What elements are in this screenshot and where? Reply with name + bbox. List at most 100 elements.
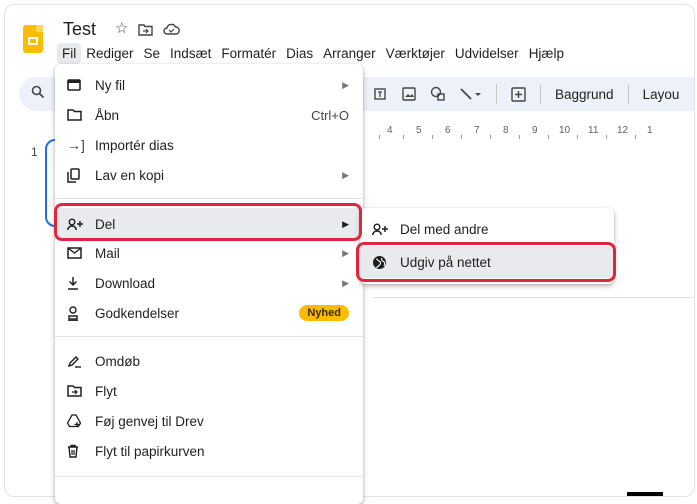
highlight-del [54, 203, 362, 241]
menu-se[interactable]: Se [139, 43, 166, 64]
ruler-tick [432, 135, 433, 139]
download-icon [67, 276, 85, 290]
import-icon: →] [67, 137, 85, 153]
slides-icon [67, 79, 85, 91]
submenu-arrow-icon: ▶ [342, 247, 349, 258]
menu-vaerktojer[interactable]: Værktøjer [381, 43, 450, 64]
search-icon[interactable] [31, 85, 45, 99]
menu-item-label: Godkendelser [95, 305, 180, 321]
select-frame-icon[interactable] [372, 86, 388, 102]
folder-icon [67, 109, 85, 121]
ruler-number: 9 [532, 125, 538, 136]
ruler-tick [548, 135, 549, 139]
submenu-arrow-icon: ▶ [342, 277, 349, 288]
menu-bar: Fil Rediger Se Indsæt Formatér Dias Arra… [57, 43, 569, 64]
line-icon[interactable] [460, 87, 482, 101]
menu-divider [55, 476, 363, 477]
move-folder-icon [67, 385, 85, 397]
ruler-number: 4 [387, 125, 393, 136]
document-title[interactable]: Test [63, 19, 96, 40]
title-actions: ☆ [115, 20, 181, 38]
person-add-icon [372, 223, 390, 236]
ruler-number: 11 [588, 125, 599, 136]
menu-rediger[interactable]: Rediger [81, 43, 138, 64]
ruler-number: 5 [416, 125, 422, 136]
menu-item-label: Flyt til papirkurven [95, 443, 205, 459]
ruler-tick [577, 135, 578, 139]
trash-icon [67, 444, 85, 458]
image-icon[interactable] [402, 87, 416, 101]
menu-item-label: Føj genvej til Drev [95, 413, 204, 429]
new-badge: Nyhed [299, 305, 349, 321]
ruler-tick [606, 135, 607, 139]
ruler-tick [519, 135, 520, 139]
toolbar-divider [496, 84, 497, 104]
shapes-icon[interactable] [430, 86, 446, 102]
highlight-udgiv [356, 242, 616, 282]
mail-icon [67, 247, 85, 259]
slide-number: 1 [31, 145, 38, 159]
ruler-number: 10 [559, 125, 571, 136]
submenu-arrow-icon: ▶ [342, 79, 349, 90]
ruler-tick [461, 135, 462, 139]
cloud-status-icon[interactable] [163, 23, 181, 36]
toolbar-divider [627, 84, 629, 104]
star-icon[interactable]: ☆ [115, 20, 128, 38]
ruler-number: 7 [474, 125, 480, 136]
menu-item-label: Åbn [95, 107, 120, 123]
ruler-number: 1 [647, 125, 653, 136]
menu-item-importer-dias[interactable]: →] Importér dias [55, 130, 363, 160]
slides-logo-icon[interactable] [23, 25, 43, 53]
menu-item-label: Ny fil [95, 77, 125, 93]
canvas-element [627, 492, 663, 496]
background-button[interactable]: Baggrund [555, 87, 614, 102]
menu-item-download[interactable]: Download ▶ [55, 268, 363, 298]
toolbar-icons: Baggrund Layou [372, 84, 679, 104]
menu-udvidelser[interactable]: Udvidelser [450, 43, 524, 64]
menu-item-omdob[interactable]: Omdøb [55, 346, 363, 376]
menu-item-shortcut: Ctrl+O [311, 107, 349, 123]
menu-item-label: Lav en kopi [95, 167, 165, 183]
menu-item-abn[interactable]: Åbn Ctrl+O [55, 100, 363, 130]
menu-divider [55, 198, 363, 199]
menu-arranger[interactable]: Arranger [318, 43, 381, 64]
ruler-tick [490, 135, 491, 139]
ruler-number: 6 [445, 125, 451, 136]
menu-item-label: Download [95, 275, 156, 291]
submenu-arrow-icon: ▶ [342, 169, 349, 180]
menu-item-flyt[interactable]: Flyt [55, 376, 363, 406]
comment-add-icon[interactable] [511, 86, 526, 102]
menu-item-ny-fil[interactable]: Ny fil ▶ [55, 70, 363, 100]
copy-icon [67, 167, 85, 183]
drive-shortcut-icon [67, 414, 85, 428]
menu-item-label: Omdøb [95, 353, 141, 369]
menu-formater[interactable]: Formatér [216, 43, 281, 64]
move-to-folder-icon[interactable] [138, 23, 154, 36]
file-menu: Ny fil ▶ Åbn Ctrl+O →] Importér dias Lav… [55, 64, 363, 504]
ruler-tick [635, 135, 636, 139]
menu-item-label: Flyt [95, 383, 117, 399]
menu-item-flyt-til-papirkurven[interactable]: Flyt til papirkurven [55, 436, 363, 466]
menu-divider [55, 336, 363, 337]
horizontal-ruler: 4 5 6 7 8 9 10 11 12 1 [373, 125, 694, 143]
menu-item-label: Mail [95, 245, 120, 261]
canvas-edge [373, 297, 694, 298]
menu-item-label: Del med andre [400, 221, 489, 237]
menu-item-label: Importér dias [95, 137, 174, 153]
menu-item-mail[interactable]: Mail ▶ [55, 238, 363, 268]
menu-hjaelp[interactable]: Hjælp [524, 43, 569, 64]
ruler-tick [403, 135, 404, 139]
rename-icon [67, 355, 85, 368]
layout-button[interactable]: Layou [643, 87, 680, 102]
approvals-icon [67, 305, 85, 321]
ruler-number: 8 [503, 125, 509, 136]
menu-fil[interactable]: Fil [57, 43, 82, 64]
menu-item-godkendelser[interactable]: Godkendelser Nyhed [55, 298, 363, 328]
ruler-number: 12 [617, 125, 629, 136]
menu-item-lav-en-kopi[interactable]: Lav en kopi ▶ [55, 160, 363, 190]
submenu-item-del-med-andre[interactable]: Del med andre [360, 214, 614, 244]
menu-dias[interactable]: Dias [281, 43, 318, 64]
menu-indsaet[interactable]: Indsæt [165, 43, 216, 64]
ruler-tick [379, 135, 380, 139]
menu-item-foj-genvej[interactable]: Føj genvej til Drev [55, 406, 363, 436]
